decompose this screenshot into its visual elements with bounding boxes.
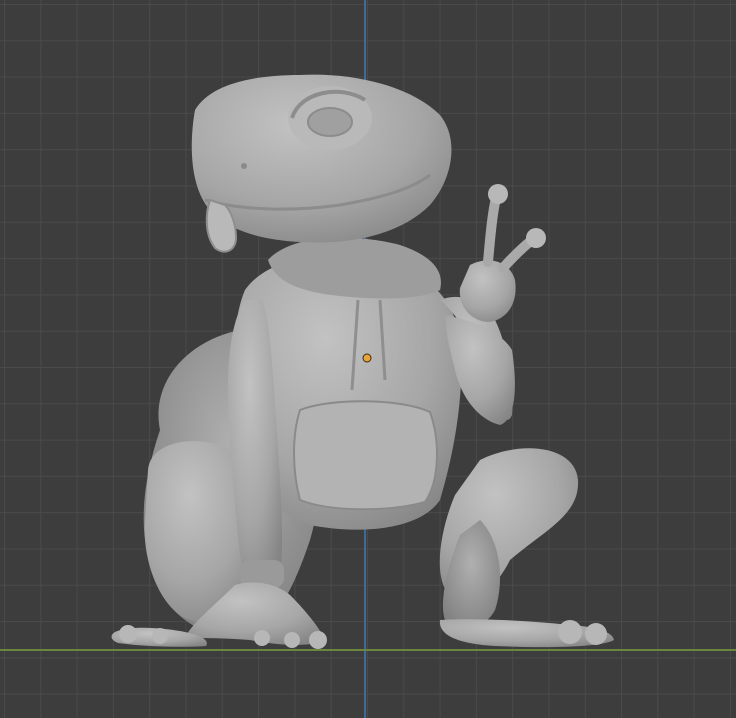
left-toe-1	[119, 625, 137, 643]
nostril	[241, 163, 247, 169]
frog-hoodie-sculpt[interactable]	[0, 0, 736, 718]
left-toe-2	[152, 628, 168, 644]
left-hand-finger-1	[254, 630, 270, 646]
3d-viewport[interactable]	[0, 0, 736, 718]
finger-index-tip	[488, 184, 508, 204]
object-origin-dot	[362, 353, 372, 363]
right-toe-2	[585, 623, 607, 645]
hoodie-pocket	[293, 400, 438, 511]
left-hand-finger-2	[284, 632, 300, 648]
finger-middle	[498, 235, 537, 273]
right-toe-1	[558, 620, 582, 644]
finger-index	[483, 193, 501, 267]
eye	[307, 107, 353, 137]
left-hand-finger-3	[309, 631, 327, 649]
finger-middle-tip	[526, 228, 546, 248]
